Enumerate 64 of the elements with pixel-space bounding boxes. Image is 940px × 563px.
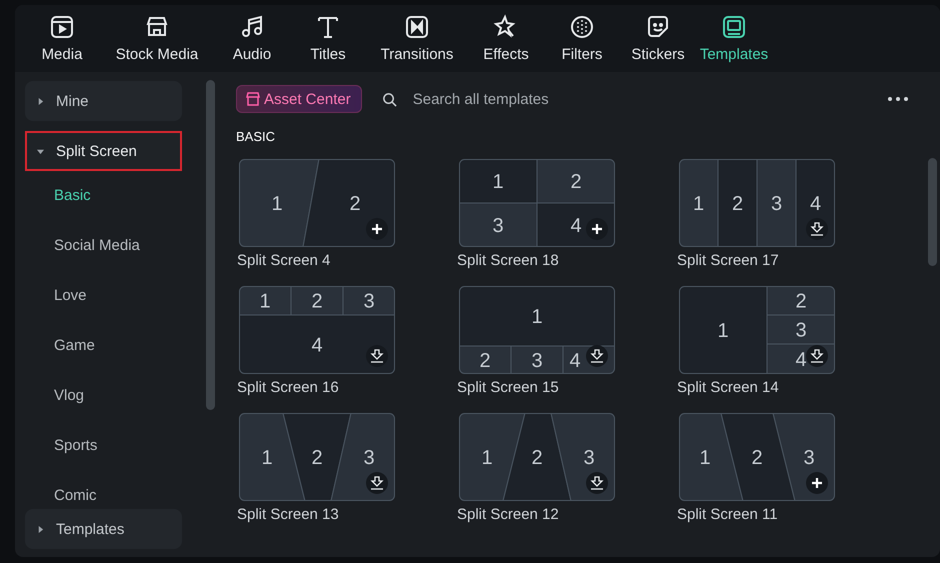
- template-thumbnail[interactable]: 1 2 3 4: [239, 286, 395, 374]
- template-thumbnail[interactable]: 1 2 3 4: [679, 286, 835, 374]
- transition-icon: [404, 14, 430, 40]
- sidebar-item[interactable]: Comic: [25, 471, 175, 509]
- toolbar-tab[interactable]: Media: [25, 10, 99, 67]
- toolbar-tab[interactable]: Titles: [291, 10, 365, 67]
- more-icon[interactable]: [888, 97, 908, 101]
- template-thumbnail[interactable]: 1 2 3: [239, 413, 395, 501]
- template-thumbnail[interactable]: 1 2: [239, 159, 395, 247]
- sidebar-group[interactable]: Templates: [25, 509, 182, 549]
- media-icon: [49, 14, 75, 40]
- download-icon[interactable]: [586, 472, 608, 494]
- download-icon[interactable]: [586, 345, 608, 367]
- sidebar-item[interactable]: Basic: [25, 171, 175, 221]
- toolbar-tab[interactable]: Transitions: [367, 10, 467, 67]
- download-icon[interactable]: [366, 472, 388, 494]
- toolbar-tab[interactable]: Stock Media: [101, 10, 213, 67]
- sidebar-item[interactable]: Love: [25, 271, 175, 321]
- caret-icon: [37, 526, 44, 532]
- store-icon: [245, 91, 261, 107]
- download-icon[interactable]: [366, 345, 388, 367]
- toolbar-tab[interactable]: Audio: [215, 10, 289, 67]
- toolbar-tab[interactable]: Templates: [697, 10, 771, 67]
- sidebar-group[interactable]: Mine: [25, 81, 182, 121]
- template-name: Split Screen 15: [457, 379, 560, 398]
- add-icon[interactable]: [586, 218, 608, 240]
- text-icon: [315, 14, 341, 40]
- toolbar-tab[interactable]: Stickers: [621, 10, 695, 67]
- template-thumbnail[interactable]: 1 2 3 4: [459, 159, 615, 247]
- template-name: Split Screen 17: [677, 252, 780, 271]
- template-name: Split Screen 11: [677, 506, 779, 525]
- toolbar-tab[interactable]: Effects: [469, 10, 543, 67]
- add-icon[interactable]: [806, 472, 828, 494]
- template-thumbnail[interactable]: 1 2 3 4: [679, 159, 835, 247]
- search-field[interactable]: Search all templates: [382, 90, 675, 108]
- search-icon: [382, 92, 397, 106]
- add-icon[interactable]: [366, 218, 388, 240]
- template-name: Split Screen 4: [237, 252, 332, 271]
- sidebar-item[interactable]: Vlog: [25, 371, 175, 421]
- caret-icon: [37, 148, 44, 154]
- toolbar-tab[interactable]: Filters: [545, 10, 619, 67]
- template-name: Split Screen 13: [237, 506, 340, 525]
- sidebar-group[interactable]: Split Screen: [25, 131, 182, 171]
- sticker-icon: [645, 14, 671, 40]
- scrollbar[interactable]: [206, 80, 215, 410]
- asset-center-button[interactable]: Asset Center: [236, 85, 362, 113]
- download-icon[interactable]: [806, 345, 828, 367]
- template-name: Split Screen 18: [457, 252, 560, 271]
- template-thumbnail[interactable]: 1 2 3: [679, 413, 835, 501]
- template-name: Split Screen 14: [677, 379, 780, 398]
- template-thumbnail[interactable]: 1 2 3 4: [459, 286, 615, 374]
- template-thumbnail[interactable]: 1 2 3: [459, 413, 615, 501]
- filter-icon: [569, 14, 595, 40]
- sidebar-item[interactable]: Social Media: [25, 221, 175, 271]
- section-title: BASIC: [236, 129, 276, 145]
- music-note-icon: [239, 14, 265, 40]
- sidebar-item[interactable]: Game: [25, 321, 175, 371]
- template-name: Split Screen 12: [457, 506, 560, 525]
- caret-icon: [37, 98, 44, 104]
- download-icon[interactable]: [806, 218, 828, 240]
- sidebar-item[interactable]: Sports: [25, 421, 175, 471]
- scrollbar[interactable]: [928, 158, 937, 266]
- template-name: Split Screen 16: [237, 379, 340, 398]
- template-icon: [721, 14, 747, 40]
